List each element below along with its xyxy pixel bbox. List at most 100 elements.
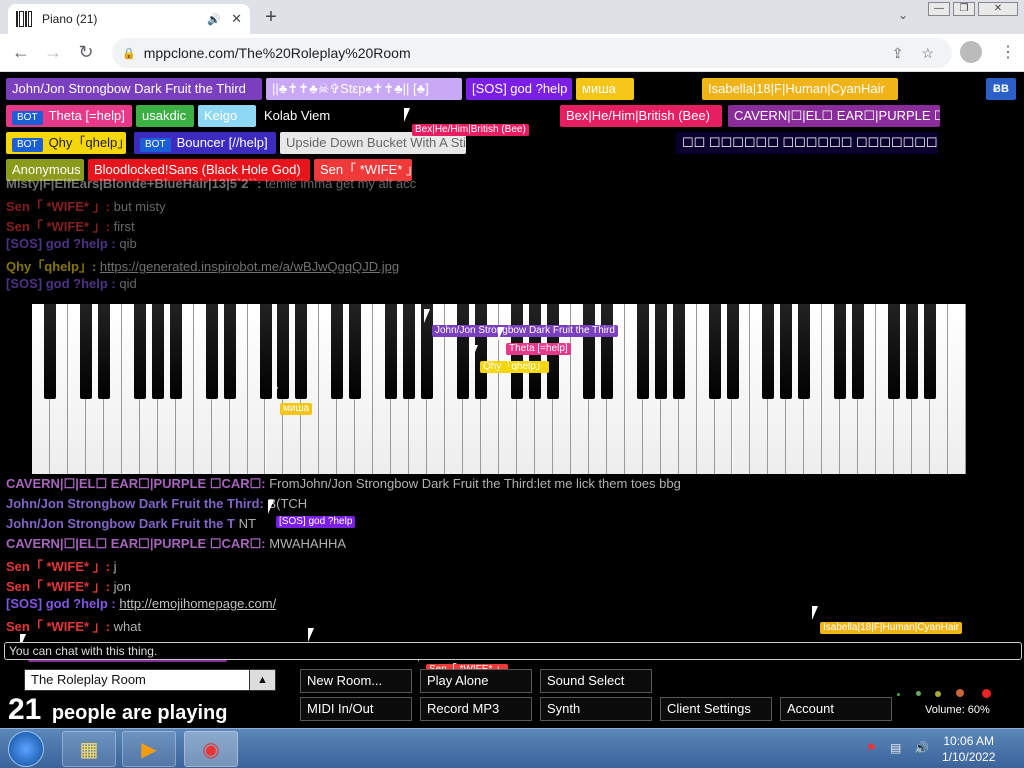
client-settings-button[interactable]: Client Settings <box>660 697 772 721</box>
chat-author[interactable]: [SOS] god ?help : <box>6 596 119 611</box>
play-alone-button[interactable]: Play Alone <box>420 669 532 693</box>
black-key[interactable] <box>331 304 344 399</box>
black-key[interactable] <box>780 304 793 399</box>
black-key[interactable] <box>708 304 721 399</box>
chat-author[interactable]: Sen「 *WIFE* 」: <box>6 559 114 574</box>
chat-author[interactable]: Sen「 *WIFE* 」: <box>6 199 114 214</box>
black-key[interactable] <box>349 304 362 399</box>
speaker-icon[interactable]: 🔊 <box>207 13 221 26</box>
media-player-icon[interactable]: ▶ <box>122 731 176 767</box>
chat-author[interactable]: Sen「 *WIFE* 」: <box>6 579 114 594</box>
player-tag[interactable]: BOT Bouncer [//help] <box>134 132 276 154</box>
close-window-button[interactable]: ✕ <box>978 2 1018 16</box>
white-key[interactable] <box>948 304 966 474</box>
player-tag[interactable]: ☐☐ ☐☐☐☐☐☐ ☐☐☐☐☐☐ ☐☐☐☐☐☐☐ ☐☐ <box>676 132 938 154</box>
caret-up-icon[interactable]: ▲ <box>249 670 275 690</box>
chat-author[interactable]: Sen「 *WIFE* 」: <box>6 619 114 634</box>
chat-author[interactable]: [SOS] god ?help : <box>6 276 119 291</box>
black-key[interactable] <box>726 304 739 399</box>
chat-author[interactable]: Sen「 *WIFE* 」: <box>6 219 114 234</box>
close-tab-icon[interactable]: ✕ <box>231 11 242 27</box>
volume-label[interactable]: Volume: 60% <box>925 704 990 716</box>
record-mp3-button[interactable]: Record MP3 <box>420 697 532 721</box>
black-key[interactable] <box>636 304 649 399</box>
address-bar[interactable]: 🔒 mppclone.com/The%20Roleplay%20Room ⇪ ☆ <box>112 38 952 68</box>
synth-button[interactable]: Synth <box>540 697 652 721</box>
black-key[interactable] <box>295 304 308 399</box>
player-tag[interactable]: Keigo <box>198 105 256 127</box>
black-key[interactable] <box>762 304 775 399</box>
black-key[interactable] <box>852 304 865 399</box>
black-key[interactable] <box>457 304 470 399</box>
tab-search-icon[interactable]: ⌄ <box>898 8 908 22</box>
network-icon[interactable]: ▤ <box>890 741 901 755</box>
player-tag[interactable]: ||♣✝✝♣☠✞Stεp♠✝✝♣|| [♣] <box>266 78 462 100</box>
forward-icon[interactable]: → <box>42 42 64 63</box>
black-key[interactable] <box>600 304 613 399</box>
player-tag[interactable]: миша <box>576 78 634 100</box>
black-key[interactable] <box>798 304 811 399</box>
player-tag[interactable]: usakdic <box>136 105 194 127</box>
reload-icon[interactable]: ↻ <box>75 42 97 63</box>
black-key[interactable] <box>672 304 685 399</box>
player-tag[interactable]: [SOS] god ?help <box>466 78 572 100</box>
new-tab-button[interactable]: + <box>260 6 282 29</box>
bb-button[interactable]: ɃB <box>986 78 1016 100</box>
action-center-icon[interactable]: ⚑ <box>866 741 877 755</box>
black-key[interactable] <box>834 304 847 399</box>
sound-select-button[interactable]: Sound Select <box>540 669 652 693</box>
player-tag[interactable]: Isabella|18|F|Human|CyanHair <box>702 78 898 100</box>
maximize-button[interactable]: ❐ <box>953 2 975 16</box>
lock-icon[interactable]: 🔒 <box>122 47 136 60</box>
black-key[interactable] <box>133 304 146 399</box>
volume-tray-icon[interactable]: 🔊 <box>914 741 929 755</box>
chat-author[interactable]: Misty|F|ElfEars|Blonde+BlueHair|13|5`2``… <box>6 176 265 191</box>
chat-author[interactable]: [SOS] god ?help : <box>6 236 119 251</box>
chat-author[interactable]: John/Jon Strongbow Dark Fruit the T <box>6 516 239 531</box>
chat-author[interactable]: CAVERN|☐|EL☐ EAR☐|PURPLE ☐CAR☐: <box>6 536 269 551</box>
chat-input[interactable]: You can chat with this thing. <box>4 642 1022 660</box>
black-key[interactable] <box>654 304 667 399</box>
black-key[interactable] <box>259 304 272 399</box>
start-button[interactable] <box>8 731 44 767</box>
back-icon[interactable]: ← <box>10 42 32 63</box>
chat-link[interactable]: https://generated.inspirobot.me/a/wBJwQg… <box>100 259 399 274</box>
player-tag[interactable]: Bex|He/Him|British (Bee) <box>560 105 722 127</box>
profile-avatar[interactable] <box>960 41 982 63</box>
black-key[interactable] <box>277 304 290 399</box>
player-tag[interactable]: BOT Theta [=help] <box>6 105 132 127</box>
black-key[interactable] <box>906 304 919 399</box>
chat-link[interactable]: http://emojihomepage.com/ <box>119 596 276 611</box>
bookmark-star-icon[interactable]: ☆ <box>921 45 934 62</box>
midi-button[interactable]: MIDI In/Out <box>300 697 412 721</box>
black-key[interactable] <box>888 304 901 399</box>
black-key[interactable] <box>403 304 416 399</box>
player-tag[interactable]: Kolab Viem <box>258 105 338 127</box>
chat-author[interactable]: John/Jon Strongbow Dark Fruit the Third: <box>6 496 267 511</box>
black-key[interactable] <box>205 304 218 399</box>
black-key[interactable] <box>79 304 92 399</box>
player-tag[interactable]: CAVERN|☐|EL☐ EAR☐|PURPLE ☐CAR☐ <box>728 105 940 127</box>
tab-piano[interactable]: Piano (21) 🔊 ✕ <box>8 4 250 34</box>
chat-author[interactable]: CAVERN|☐|EL☐ EAR☐|PURPLE ☐CAR☐: <box>6 476 269 491</box>
black-key[interactable] <box>169 304 182 399</box>
room-select[interactable]: The Roleplay Room ▲ <box>24 669 276 691</box>
black-key[interactable] <box>151 304 164 399</box>
player-tag[interactable]: John/Jon Strongbow Dark Fruit the Third <box>6 78 262 100</box>
black-key[interactable] <box>582 304 595 399</box>
file-explorer-icon[interactable]: ▦ <box>62 731 116 767</box>
account-button[interactable]: Account <box>780 697 892 721</box>
black-key[interactable] <box>385 304 398 399</box>
player-tag[interactable]: BOT Qhy「qhelp」 <box>6 132 126 154</box>
black-key[interactable] <box>97 304 110 399</box>
chat-author[interactable]: Qhy「qhelp」: <box>6 259 100 274</box>
browser-menu-icon[interactable]: ⋮ <box>1000 42 1016 62</box>
black-key[interactable] <box>43 304 56 399</box>
new-room-button[interactable]: New Room... <box>300 669 412 693</box>
share-icon[interactable]: ⇪ <box>892 45 904 62</box>
black-key[interactable] <box>924 304 937 399</box>
chrome-icon[interactable]: ◉ <box>184 731 238 767</box>
system-clock[interactable]: 10:06 AM 1/10/2022 <box>942 733 995 765</box>
black-key[interactable] <box>223 304 236 399</box>
minimize-button[interactable]: — <box>928 2 950 16</box>
